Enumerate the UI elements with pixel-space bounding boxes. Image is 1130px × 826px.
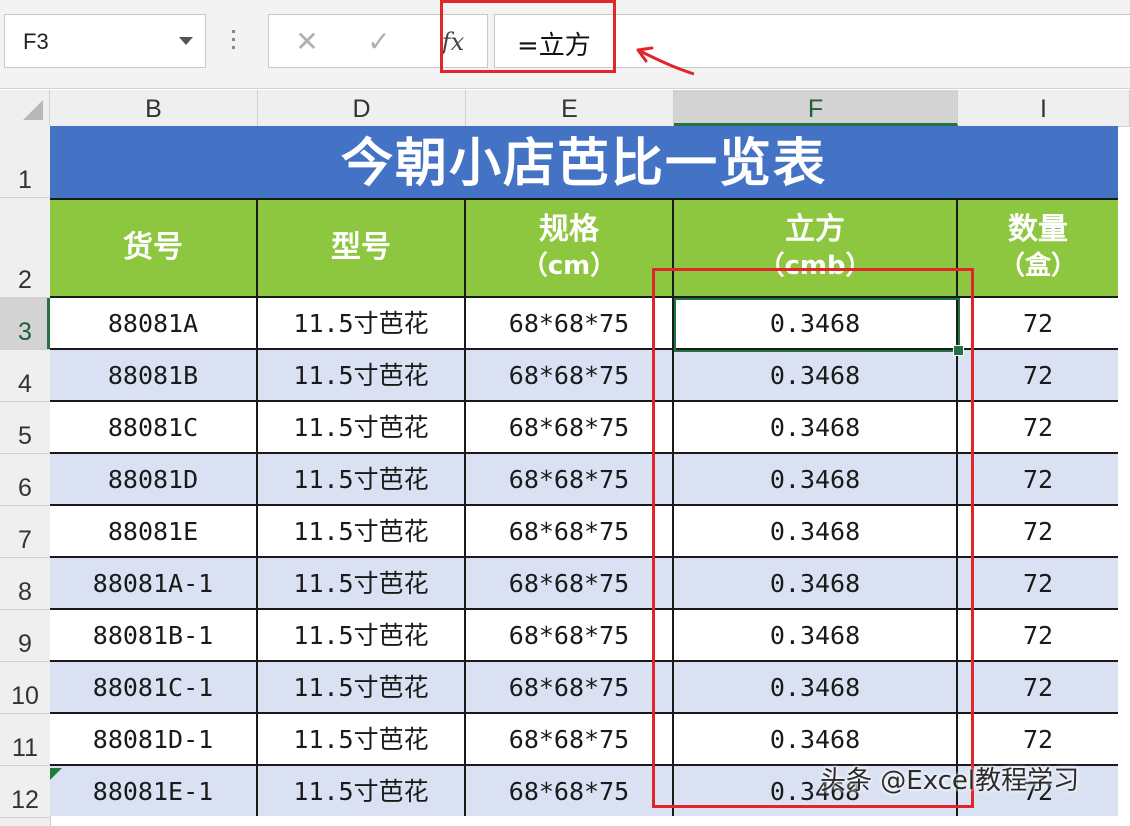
cell-item-no[interactable]: 88081E bbox=[50, 504, 258, 556]
column-header-b[interactable]: B bbox=[50, 90, 258, 126]
row-header-7[interactable]: 7 bbox=[0, 506, 50, 558]
name-box-value: F3 bbox=[23, 29, 49, 54]
row-header-10[interactable]: 10 bbox=[0, 662, 50, 714]
cell-spec[interactable]: 68*68*75 bbox=[466, 660, 674, 712]
cell-model[interactable]: 11.5寸芭花 bbox=[258, 452, 466, 504]
cell-spec[interactable]: 68*68*75 bbox=[466, 608, 674, 660]
cell-quantity[interactable]: 72 bbox=[958, 400, 1118, 452]
row-header-4[interactable]: 4 bbox=[0, 350, 50, 402]
cell-model[interactable]: 11.5寸芭花 bbox=[258, 764, 466, 816]
cell-item-no[interactable]: 88081C bbox=[50, 400, 258, 452]
column-header-bar: B D E F I bbox=[0, 90, 1130, 127]
row-header-3[interactable]: 3 bbox=[0, 298, 50, 350]
row-header-6[interactable]: 6 bbox=[0, 454, 50, 506]
cell-quantity[interactable]: 72 bbox=[958, 452, 1118, 504]
row-header-8[interactable]: 8 bbox=[0, 558, 50, 610]
cell-model[interactable]: 11.5寸芭花 bbox=[258, 504, 466, 556]
cell-spec[interactable]: 68*68*75 bbox=[466, 296, 674, 348]
cell-spec[interactable]: 68*68*75 bbox=[466, 400, 674, 452]
row-header-12[interactable]: 12 bbox=[0, 766, 50, 818]
header-cell-spec[interactable]: 规格 （cm） bbox=[466, 198, 674, 296]
cell-item-no[interactable]: 88081D bbox=[50, 452, 258, 504]
cell-model[interactable]: 11.5寸芭花 bbox=[258, 608, 466, 660]
cell-quantity[interactable]: 72 bbox=[958, 608, 1118, 660]
cell-quantity[interactable]: 72 bbox=[958, 296, 1118, 348]
cell-quantity[interactable]: 72 bbox=[958, 504, 1118, 556]
cell-item-no[interactable]: 88081C-1 bbox=[50, 660, 258, 712]
row-header-2[interactable]: 2 bbox=[0, 198, 50, 298]
highlight-box-column-f bbox=[652, 268, 974, 808]
select-all-corner[interactable] bbox=[0, 90, 50, 126]
row-header-1[interactable]: 1 bbox=[0, 126, 50, 198]
cell-model[interactable]: 11.5寸芭花 bbox=[258, 660, 466, 712]
cell-quantity[interactable]: 72 bbox=[958, 712, 1118, 764]
cell-spec[interactable]: 68*68*75 bbox=[466, 348, 674, 400]
column-header-e[interactable]: E bbox=[466, 90, 674, 126]
cancel-icon[interactable]: ✕ bbox=[287, 23, 327, 61]
arrow-annotation-icon bbox=[636, 46, 695, 76]
cell-spec[interactable]: 68*68*75 bbox=[466, 712, 674, 764]
cell-spec[interactable]: 68*68*75 bbox=[466, 764, 674, 816]
table-title[interactable]: 今朝小店芭比一览表 bbox=[50, 126, 1118, 198]
cell-item-no[interactable]: 88081B-1 bbox=[50, 608, 258, 660]
cell-quantity[interactable]: 72 bbox=[958, 660, 1118, 712]
row-header-9[interactable]: 9 bbox=[0, 610, 50, 662]
name-box[interactable]: F3 bbox=[4, 14, 206, 68]
cell-item-no[interactable]: 88081B bbox=[50, 348, 258, 400]
cell-item-no[interactable]: 88081E-1 bbox=[50, 764, 258, 816]
cell-item-no[interactable]: 88081D-1 bbox=[50, 712, 258, 764]
cell-model[interactable]: 11.5寸芭花 bbox=[258, 712, 466, 764]
row-header-11[interactable]: 11 bbox=[0, 714, 50, 766]
header-cell-model[interactable]: 型号 bbox=[258, 198, 466, 296]
header-cell-quantity[interactable]: 数量 （盒） bbox=[958, 198, 1118, 296]
column-header-f[interactable]: F bbox=[674, 90, 958, 126]
row-header-5[interactable]: 5 bbox=[0, 402, 50, 454]
highlight-box-formula bbox=[440, 0, 616, 73]
cell-model[interactable]: 11.5寸芭花 bbox=[258, 348, 466, 400]
watermark: 头条 @Excel教程学习 bbox=[820, 766, 1080, 796]
column-header-i[interactable]: I bbox=[958, 90, 1130, 126]
cell-item-no[interactable]: 88081A-1 bbox=[50, 556, 258, 608]
cell-item-no[interactable]: 88081A bbox=[50, 296, 258, 348]
cell-model[interactable]: 11.5寸芭花 bbox=[258, 296, 466, 348]
cell-spec[interactable]: 68*68*75 bbox=[466, 556, 674, 608]
cell-spec[interactable]: 68*68*75 bbox=[466, 504, 674, 556]
cell-model[interactable]: 11.5寸芭花 bbox=[258, 556, 466, 608]
column-header-d[interactable]: D bbox=[258, 90, 466, 126]
cell-quantity[interactable]: 72 bbox=[958, 348, 1118, 400]
chevron-down-icon[interactable] bbox=[179, 37, 193, 45]
more-options-icon[interactable] bbox=[232, 30, 236, 54]
cell-spec[interactable]: 68*68*75 bbox=[466, 452, 674, 504]
confirm-icon[interactable]: ✓ bbox=[359, 23, 399, 61]
cell-model[interactable]: 11.5寸芭花 bbox=[258, 400, 466, 452]
error-indicator-icon bbox=[50, 768, 62, 780]
cell-quantity[interactable]: 72 bbox=[958, 556, 1118, 608]
row-header-bar: 1 2 3 4 5 6 7 8 9 10 11 12 bbox=[0, 126, 51, 826]
header-cell-item-no[interactable]: 货号 bbox=[50, 198, 258, 296]
